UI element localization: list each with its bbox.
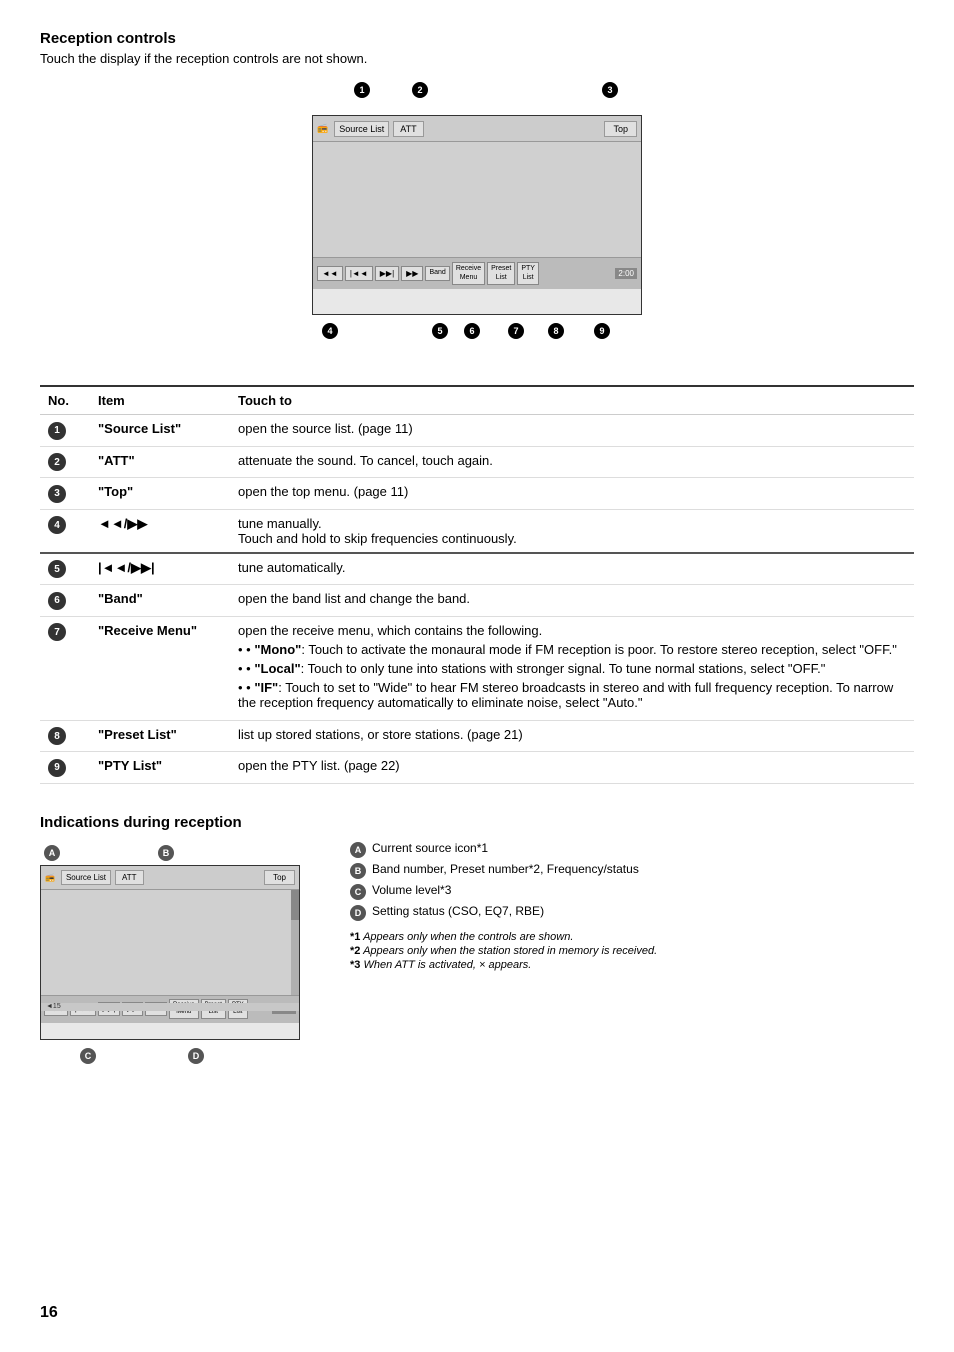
- top-btn[interactable]: Top: [604, 121, 637, 137]
- row-item: "Band": [90, 585, 230, 617]
- row-num: 7: [48, 623, 66, 641]
- footnote-2: *2 Appears only when the station stored …: [350, 945, 914, 957]
- table-row: 7 "Receive Menu" open the receive menu, …: [40, 616, 914, 720]
- callout-5: 5: [432, 323, 448, 339]
- row-touch: list up stored stations, or store statio…: [230, 720, 914, 752]
- row-num: 2: [48, 453, 66, 471]
- legend-item-D: D Setting status (CSO, EQ7, RBE): [350, 904, 914, 921]
- row-num: 8: [48, 727, 66, 745]
- legend-circle-A: A: [350, 842, 366, 858]
- table-row: 1 "Source List" open the source list. (p…: [40, 415, 914, 447]
- diagram1: 1 2 3 📻 Source List ATT Top ◄15 ◄◄ |◄◄: [40, 80, 914, 367]
- callout-A: A: [44, 845, 60, 861]
- page-number: 16: [40, 1304, 58, 1322]
- row-item: ◄◄/▶▶: [90, 509, 230, 553]
- callout-8: 8: [548, 323, 564, 339]
- row-num: 6: [48, 592, 66, 610]
- callout-C: C: [80, 1048, 96, 1064]
- row-touch: open the source list. (page 11): [230, 415, 914, 447]
- rewind-btn[interactable]: ◄◄: [317, 266, 343, 281]
- row-touch: tune manually.Touch and hold to skip fre…: [230, 509, 914, 553]
- table-row: 9 "PTY List" open the PTY list. (page 22…: [40, 752, 914, 784]
- row-touch: open the receive menu, which contains th…: [230, 616, 914, 720]
- legend-text-C: Volume level*3: [372, 883, 451, 897]
- diagram2: A B 📻 Source List ATT Top ◄15 ◄◄ |◄◄: [40, 841, 320, 1068]
- callout-7: 7: [508, 323, 524, 339]
- source-list-btn[interactable]: Source List: [334, 121, 389, 137]
- table-row: 5 |◄◄/▶▶| tune automatically.: [40, 553, 914, 585]
- callout-9: 9: [594, 323, 610, 339]
- row-item: "Preset List": [90, 720, 230, 752]
- d2-top-btn[interactable]: Top: [264, 870, 295, 885]
- table-row: 3 "Top" open the top menu. (page 11): [40, 478, 914, 510]
- row-num: 5: [48, 560, 66, 578]
- legend-circle-D: D: [350, 905, 366, 921]
- receive-menu-btn[interactable]: ReceiveMenu: [452, 262, 485, 285]
- row-num: 1: [48, 422, 66, 440]
- bullet-bold: "Mono": [254, 642, 301, 657]
- col-header-touch: Touch to: [230, 386, 914, 415]
- row-item: "ATT": [90, 446, 230, 478]
- row-touch: attenuate the sound. To cancel, touch ag…: [230, 446, 914, 478]
- d2-vol-indicator: ◄15: [46, 1003, 61, 1010]
- row-item: "Source List": [90, 415, 230, 447]
- legend-item-A: A Current source icon*1: [350, 841, 914, 858]
- table-row: 8 "Preset List" list up stored stations,…: [40, 720, 914, 752]
- band-btn[interactable]: Band: [425, 266, 449, 280]
- callout-2: 2: [412, 82, 428, 98]
- row-item: "Receive Menu": [90, 616, 230, 720]
- bullet-bold: "Local": [254, 661, 300, 676]
- legend-text-B: Band number, Preset number*2, Frequency/…: [372, 862, 639, 876]
- legend-circle-B: B: [350, 863, 366, 879]
- section1-title: Reception controls: [40, 30, 914, 47]
- legend-item-B: B Band number, Preset number*2, Frequenc…: [350, 862, 914, 879]
- callout-4: 4: [322, 323, 338, 339]
- callout-3: 3: [602, 82, 618, 98]
- section1-subtitle: Touch the display if the reception contr…: [40, 51, 914, 66]
- indications-layout: A B 📻 Source List ATT Top ◄15 ◄◄ |◄◄: [40, 841, 914, 1068]
- skip-fwd-btn[interactable]: ▶▶|: [375, 266, 399, 281]
- callout-B: B: [158, 845, 174, 861]
- footnotes: *1 Appears only when the controls are sh…: [350, 931, 914, 971]
- legend: A Current source icon*1 B Band number, P…: [350, 841, 914, 973]
- section2-title: Indications during reception: [40, 814, 914, 831]
- bullet-bold: "IF": [254, 680, 278, 695]
- row-num: 4: [48, 516, 66, 534]
- legend-text-A: Current source icon*1: [372, 841, 488, 855]
- callout-D: D: [188, 1048, 204, 1064]
- time-display: 2:00: [615, 268, 637, 279]
- table-row: 6 "Band" open the band list and change t…: [40, 585, 914, 617]
- col-header-no: No.: [40, 386, 90, 415]
- legend-circle-C: C: [350, 884, 366, 900]
- footnote-1: *1 Appears only when the controls are sh…: [350, 931, 914, 943]
- row-touch: open the top menu. (page 11): [230, 478, 914, 510]
- skip-back-btn[interactable]: |◄◄: [345, 266, 373, 281]
- table-row: 2 "ATT" attenuate the sound. To cancel, …: [40, 446, 914, 478]
- legend-item-C: C Volume level*3: [350, 883, 914, 900]
- row-touch: tune automatically.: [230, 553, 914, 585]
- footnote-3: *3 When ATT is activated, × appears.: [350, 959, 914, 971]
- col-header-item: Item: [90, 386, 230, 415]
- fwd-btn[interactable]: ▶▶: [401, 266, 423, 281]
- callout-6: 6: [464, 323, 480, 339]
- controls-table: No. Item Touch to 1 "Source List" open t…: [40, 385, 914, 784]
- row-touch: open the band list and change the band.: [230, 585, 914, 617]
- att-btn[interactable]: ATT: [393, 121, 423, 137]
- legend-text-D: Setting status (CSO, EQ7, RBE): [372, 904, 544, 918]
- preset-list-btn[interactable]: PresetList: [487, 262, 515, 285]
- d2-att-btn[interactable]: ATT: [115, 870, 144, 885]
- table-row: 4 ◄◄/▶▶ tune manually.Touch and hold to …: [40, 509, 914, 553]
- row-num: 3: [48, 485, 66, 503]
- row-item: "Top": [90, 478, 230, 510]
- row-item: |◄◄/▶▶|: [90, 553, 230, 585]
- row-num: 9: [48, 759, 66, 777]
- pty-list-btn[interactable]: PTYList: [517, 262, 539, 285]
- d2-source-list-btn[interactable]: Source List: [61, 870, 111, 885]
- row-item: "PTY List": [90, 752, 230, 784]
- row-touch: open the PTY list. (page 22): [230, 752, 914, 784]
- callout-1: 1: [354, 82, 370, 98]
